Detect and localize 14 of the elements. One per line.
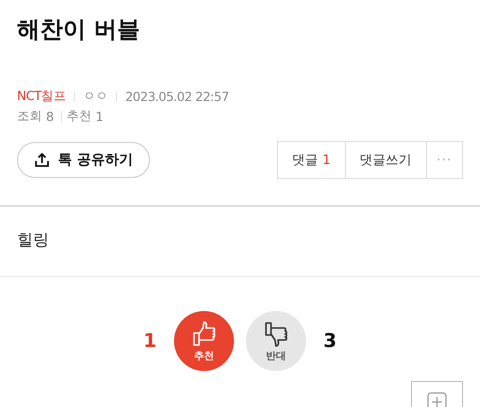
author-name: ㅇㅇ — [83, 88, 108, 105]
post-body: 힐링 — [16, 229, 50, 251]
upvote-count: 1 — [142, 330, 158, 352]
post-title: 해찬이 버블 — [16, 16, 142, 45]
downvote-count: 3 — [322, 330, 338, 352]
board-name[interactable]: NCT칠프 — [17, 88, 66, 105]
stat-value: 8 — [46, 109, 54, 124]
stat-value: 1 — [95, 109, 103, 124]
stat-label: 추천 — [66, 108, 92, 125]
stat-label: 조회 — [17, 108, 42, 125]
post-date: 2023.05.02 22:57 — [125, 89, 229, 104]
upvote-button[interactable]: 추천 — [174, 311, 234, 371]
downvote-button[interactable]: 반대 — [246, 311, 306, 371]
share-button[interactable]: 톡 공유하기 — [17, 142, 150, 178]
